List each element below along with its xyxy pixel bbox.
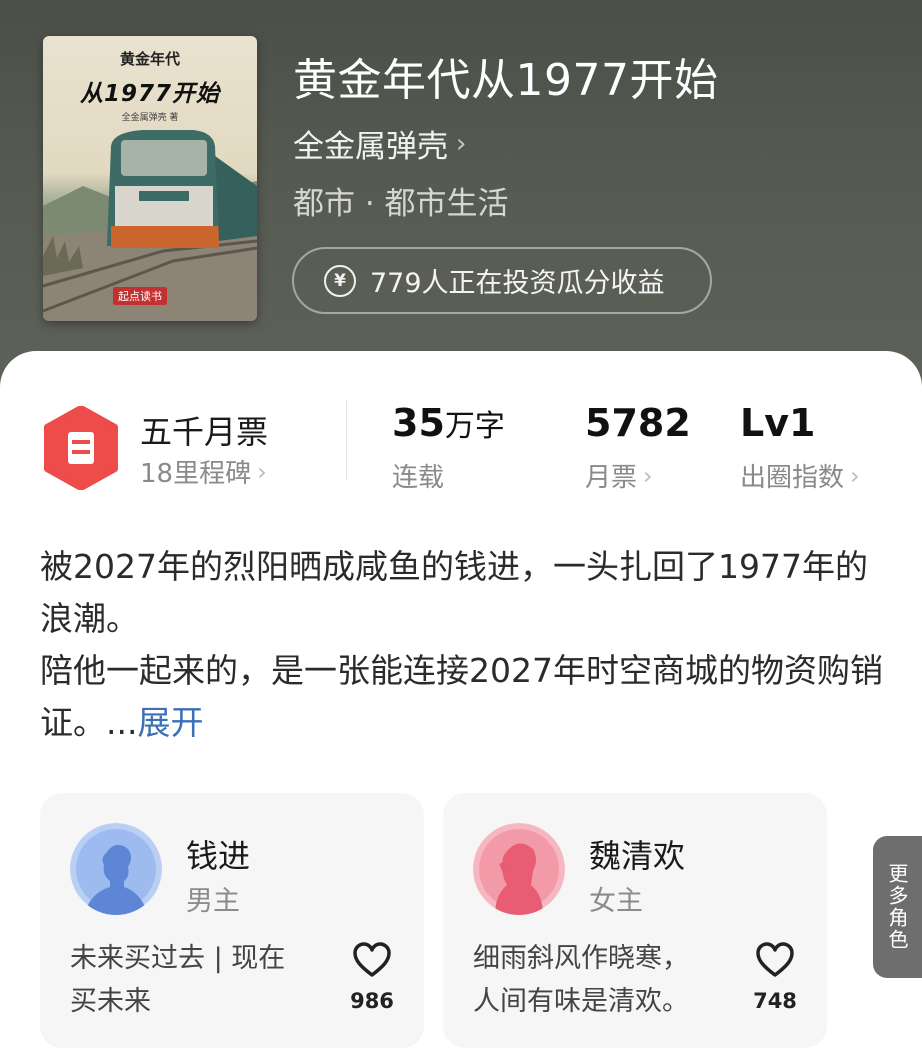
synopsis-paragraph: 陪他一起来的，是一张能连接2027年时空商城的物资购销证。...展开 — [40, 645, 890, 749]
monthly-votes-count: 5782 — [585, 401, 691, 445]
author-name: 全金属弹壳 — [293, 129, 448, 165]
chevron-right-icon: › — [257, 457, 267, 486]
invest-button[interactable]: ¥ 779人正在投资瓜分收益 — [292, 247, 712, 314]
yen-icon: ¥ — [324, 264, 356, 297]
book-genre: 都市 · 都市生活 — [293, 186, 509, 222]
avatar — [70, 823, 162, 915]
book-cover[interactable]: 黄金年代 从1977开始 全金属弹壳 著 起点读书 — [43, 36, 257, 321]
cover-brand-logo: 起点读书 — [113, 287, 167, 305]
character-name: 钱进 — [186, 837, 251, 875]
like-count: 986 — [350, 989, 394, 1013]
milestone-link[interactable]: 18里程碑 › — [140, 453, 267, 490]
heart-icon[interactable] — [352, 941, 392, 979]
word-count: 35万字 — [392, 401, 505, 445]
character-description: 细雨斜风作晓寒，人间有味是清欢。 — [473, 943, 689, 1017]
character-name: 魏清欢 — [589, 837, 686, 875]
character-description: 未来买过去 | 现在买未来 — [70, 943, 286, 1017]
more-characters-label: 更多角色 — [885, 863, 909, 951]
heart-icon[interactable] — [755, 941, 795, 979]
character-card[interactable]: 魏清欢 女主 细雨斜风作晓寒，人间有味是清欢。 748 — [443, 793, 827, 1048]
more-characters-tab[interactable]: 更多角色 — [873, 836, 922, 978]
like-count: 748 — [753, 989, 797, 1013]
book-detail-panel: 五千月票 18里程碑 › 35万字 连载 5782 月票 › Lv1 出圈指数 … — [0, 351, 922, 1058]
popularity-index-label: 出圈指数 — [740, 463, 845, 493]
popularity-level: Lv1 — [740, 401, 816, 445]
milestone-badge-icon[interactable] — [42, 406, 120, 490]
cover-title-line2: 从1977开始 — [79, 81, 220, 107]
character-role: 男主 — [186, 886, 240, 917]
monthly-votes-link[interactable]: 月票 › — [585, 457, 653, 494]
character-card[interactable]: 钱进 男主 未来买过去 | 现在买未来 986 — [40, 793, 424, 1048]
book-synopsis[interactable]: 被2027年的烈阳晒成咸鱼的钱进，一头扎回了1977年的浪潮。 陪他一起来的，是… — [40, 541, 890, 749]
book-header: 黄金年代 从1977开始 全金属弹壳 著 起点读书 黄金年代从1977开始 全金… — [0, 0, 922, 400]
word-count-unit: 万字 — [444, 409, 505, 444]
monthly-votes-label: 月票 — [585, 463, 638, 493]
invest-label: 779人正在投资瓜分收益 — [370, 268, 665, 299]
divider — [346, 399, 347, 481]
character-role: 女主 — [589, 886, 643, 917]
chevron-right-icon: › — [643, 461, 653, 490]
serial-status: 连载 — [392, 463, 445, 493]
synopsis-paragraph: 被2027年的烈阳晒成咸鱼的钱进，一头扎回了1977年的浪潮。 — [40, 547, 868, 638]
expand-link[interactable]: 展开 — [137, 703, 203, 742]
popularity-index-link[interactable]: 出圈指数 › — [740, 457, 860, 494]
word-count-value: 35 — [392, 401, 445, 445]
cover-title-line1: 黄金年代 — [119, 50, 180, 68]
chevron-right-icon: › — [456, 128, 467, 159]
chevron-right-icon: › — [850, 461, 860, 490]
avatar — [473, 823, 565, 915]
milestone-title: 五千月票 — [140, 413, 269, 451]
milestone-subtitle: 18里程碑 — [140, 459, 252, 489]
cover-author: 全金属弹壳 著 — [121, 113, 179, 123]
author-link[interactable]: 全金属弹壳 › — [293, 121, 466, 166]
book-title: 黄金年代从1977开始 — [293, 55, 719, 106]
